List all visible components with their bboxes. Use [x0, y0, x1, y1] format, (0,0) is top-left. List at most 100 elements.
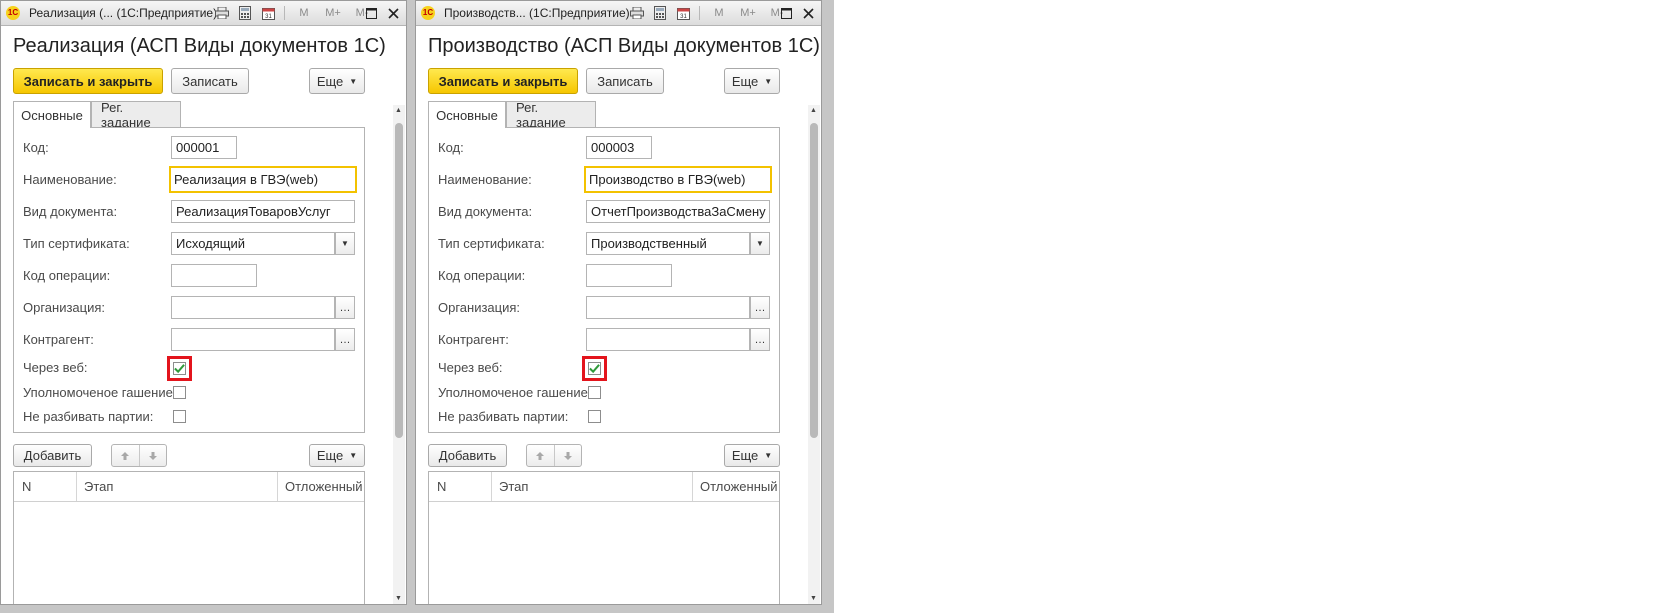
- chevron-down-icon[interactable]: ▼: [750, 232, 770, 255]
- close-icon[interactable]: [799, 4, 817, 22]
- memory-button[interactable]: M: [707, 5, 731, 21]
- tab-schedule[interactable]: Рег. задание: [91, 100, 181, 130]
- chevron-down-icon: ▼: [764, 76, 773, 86]
- close-icon[interactable]: [384, 4, 402, 22]
- calculator-icon[interactable]: [236, 5, 254, 21]
- chevron-down-icon: ▼: [349, 451, 358, 460]
- no-split-batches-label: Не разбивать партии:: [23, 409, 154, 424]
- svg-text:31: 31: [680, 14, 687, 20]
- tab-main[interactable]: Основные: [13, 101, 91, 128]
- ellipsis-icon[interactable]: …: [335, 296, 355, 319]
- window-production: 1С Производств... (1С:Предприятие) 31 M …: [415, 0, 822, 605]
- column-header-deferred[interactable]: Отложенный: [285, 472, 363, 501]
- save-and-close-button[interactable]: Записать и закрыть: [428, 68, 578, 94]
- column-header-stage[interactable]: Этап: [499, 472, 528, 501]
- maximize-icon[interactable]: [777, 4, 795, 22]
- authorized-repayment-checkbox[interactable]: [173, 386, 186, 399]
- name-field[interactable]: Производство в ГВЭ(web): [584, 166, 772, 193]
- ellipsis-icon[interactable]: …: [750, 328, 770, 351]
- svg-text:31: 31: [265, 14, 272, 20]
- ellipsis-icon[interactable]: …: [335, 328, 355, 351]
- document-type-field[interactable]: РеализацияТоваровУслуг: [171, 200, 355, 223]
- scroll-thumb[interactable]: [395, 123, 403, 438]
- stages-table: N Этап Отложенный: [13, 471, 365, 604]
- titlebar[interactable]: 1С Производств... (1С:Предприятие) 31 M …: [416, 1, 821, 26]
- more-button[interactable]: Еще ▼: [724, 68, 780, 94]
- column-header-stage[interactable]: Этап: [84, 472, 113, 501]
- operation-code-field[interactable]: [171, 264, 257, 287]
- table-header: N Этап Отложенный: [14, 472, 364, 502]
- document-type-field[interactable]: ОтчетПроизводстваЗаСмену: [586, 200, 770, 223]
- table-more-button[interactable]: Еще ▼: [309, 444, 365, 467]
- column-header-n[interactable]: N: [437, 472, 446, 501]
- maximize-icon[interactable]: [362, 4, 380, 22]
- certificate-type-label: Тип сертификата:: [23, 236, 130, 251]
- organization-field[interactable]: [586, 296, 750, 319]
- scroll-thumb[interactable]: [810, 123, 818, 438]
- counterparty-field[interactable]: [171, 328, 335, 351]
- page-title: Производство (АСП Виды документов 1С): [428, 35, 820, 57]
- counterparty-label: Контрагент:: [23, 332, 94, 347]
- calendar-icon[interactable]: 31: [674, 5, 692, 21]
- memory-plus-button[interactable]: M+: [321, 5, 345, 21]
- ellipsis-icon[interactable]: …: [750, 296, 770, 319]
- authorized-repayment-label: Уполномоченое гашение:: [23, 385, 177, 400]
- arrow-up-icon[interactable]: [112, 445, 139, 466]
- counterparty-field[interactable]: [586, 328, 750, 351]
- column-header-deferred[interactable]: Отложенный: [700, 472, 778, 501]
- titlebar[interactable]: 1С Реализация (... (1С:Предприятие) 31 M…: [1, 1, 406, 26]
- arrow-up-icon[interactable]: [527, 445, 554, 466]
- scroll-up-icon[interactable]: ▲: [395, 107, 402, 114]
- code-field[interactable]: 000003: [586, 136, 652, 159]
- move-buttons: [526, 444, 582, 467]
- certificate-type-field[interactable]: Производственный: [586, 232, 750, 255]
- code-field[interactable]: 000001: [171, 136, 237, 159]
- scrollbar[interactable]: ▲ ▼: [393, 105, 405, 604]
- via-web-checkbox[interactable]: [173, 362, 186, 375]
- column-header-n[interactable]: N: [22, 472, 31, 501]
- scroll-down-icon[interactable]: ▼: [810, 595, 817, 602]
- calendar-icon[interactable]: 31: [259, 5, 277, 21]
- add-row-button[interactable]: Добавить: [428, 444, 507, 467]
- tab-main[interactable]: Основные: [428, 101, 506, 128]
- more-label: Еще: [316, 73, 344, 89]
- save-and-close-button[interactable]: Записать и закрыть: [13, 68, 163, 94]
- no-split-batches-checkbox[interactable]: [588, 410, 601, 423]
- 1c-logo-icon: 1С: [6, 6, 20, 20]
- titlebar-tools: 31 M M+ M-: [628, 5, 789, 21]
- arrow-down-icon[interactable]: [553, 445, 582, 466]
- organization-label: Организация:: [438, 300, 521, 315]
- printer-icon[interactable]: [213, 5, 231, 21]
- add-row-button[interactable]: Добавить: [13, 444, 92, 467]
- scrollbar[interactable]: ▲ ▼: [808, 105, 820, 604]
- name-field[interactable]: Реализация в ГВЭ(web): [169, 166, 357, 193]
- scroll-down-icon[interactable]: ▼: [395, 595, 402, 602]
- table-more-button[interactable]: Еще ▼: [724, 444, 780, 467]
- via-web-label: Через веб:: [438, 360, 503, 375]
- no-split-batches-checkbox[interactable]: [173, 410, 186, 423]
- chevron-down-icon: ▼: [349, 76, 358, 86]
- save-button[interactable]: Записать: [586, 68, 664, 94]
- memory-button[interactable]: M: [292, 5, 316, 21]
- save-button[interactable]: Записать: [171, 68, 249, 94]
- certificate-type-field[interactable]: Исходящий: [171, 232, 335, 255]
- more-button[interactable]: Еще ▼: [309, 68, 365, 94]
- authorized-repayment-label: Уполномоченое гашение:: [438, 385, 592, 400]
- printer-icon[interactable]: [628, 5, 646, 21]
- counterparty-label: Контрагент:: [438, 332, 509, 347]
- scroll-up-icon[interactable]: ▲: [810, 107, 817, 114]
- chevron-down-icon[interactable]: ▼: [335, 232, 355, 255]
- memory-plus-button[interactable]: M+: [736, 5, 760, 21]
- code-label: Код:: [23, 140, 49, 155]
- arrow-down-icon[interactable]: [138, 445, 167, 466]
- via-web-checkbox[interactable]: [588, 362, 601, 375]
- authorized-repayment-checkbox[interactable]: [588, 386, 601, 399]
- table-more-label: Еще: [731, 448, 759, 463]
- document-type-label: Вид документа:: [438, 204, 533, 219]
- organization-field[interactable]: [171, 296, 335, 319]
- tab-schedule[interactable]: Рег. задание: [506, 100, 596, 130]
- operation-code-field[interactable]: [586, 264, 672, 287]
- calculator-icon[interactable]: [651, 5, 669, 21]
- chevron-down-icon: ▼: [764, 451, 773, 460]
- toolbar-separator: [284, 6, 285, 20]
